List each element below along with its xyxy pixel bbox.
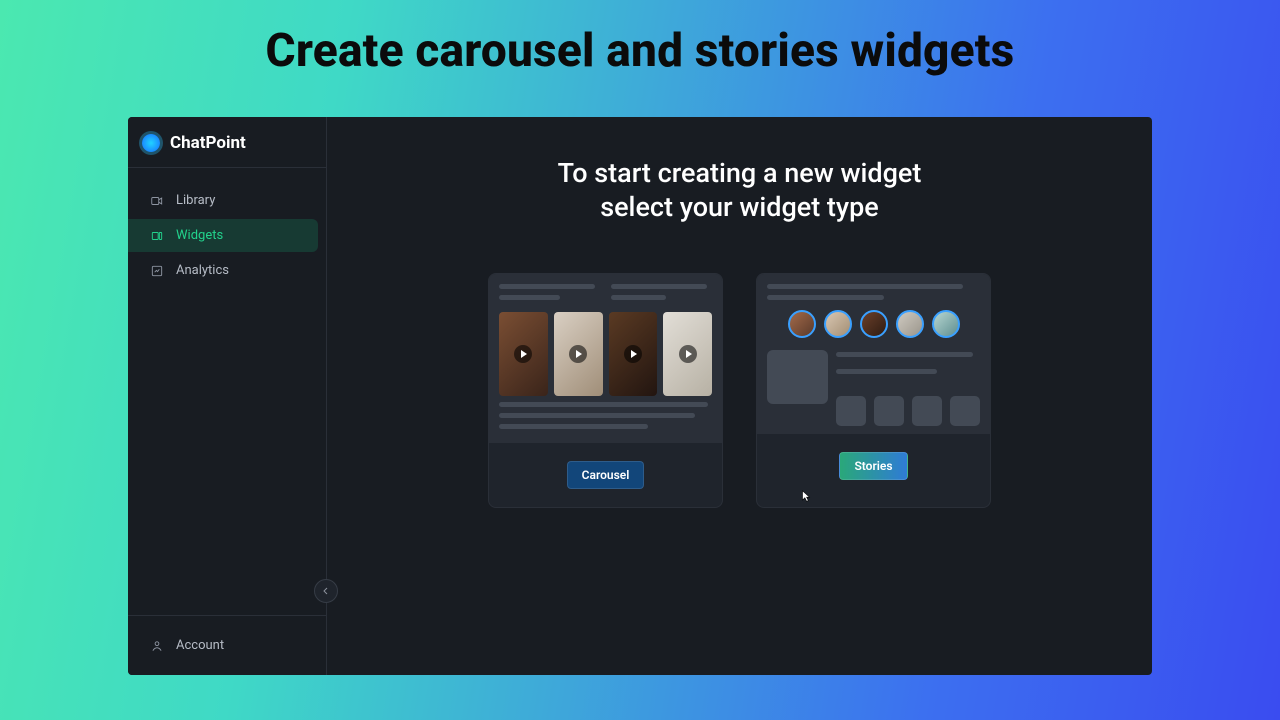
story-avatar: [896, 310, 924, 338]
sidebar-item-account[interactable]: Account: [136, 630, 318, 661]
analytics-icon: [150, 264, 164, 278]
story-avatar: [932, 310, 960, 338]
sidebar-item-library[interactable]: Library: [136, 184, 318, 217]
sidebar-item-widgets[interactable]: Widgets: [128, 219, 318, 252]
carousel-thumb: [663, 312, 712, 396]
stories-preview: [757, 274, 990, 434]
sidebar-item-label: Library: [176, 193, 215, 208]
sidebar-item-label: Account: [176, 638, 224, 653]
sidebar-nav: Library Widgets Analytics: [128, 168, 326, 303]
page-headline: Create carousel and stories widgets: [0, 0, 1280, 78]
carousel-preview: [489, 274, 722, 443]
sidebar-item-analytics[interactable]: Analytics: [136, 254, 318, 287]
play-icon: [679, 345, 697, 363]
brand-name: ChatPoint: [170, 133, 246, 153]
story-avatar: [788, 310, 816, 338]
card-carousel[interactable]: Carousel: [488, 273, 723, 508]
sidebar-footer: Account: [128, 615, 326, 675]
user-icon: [150, 639, 164, 653]
sidebar-item-label: Widgets: [176, 228, 223, 243]
skeleton-block: [912, 396, 942, 426]
main-title-line2: select your widget type: [600, 191, 879, 223]
stories-button[interactable]: Stories: [839, 452, 907, 480]
sidebar: ChatPoint Library Widgets: [128, 117, 327, 675]
video-icon: [150, 194, 164, 208]
brand-logo-icon: [142, 134, 160, 152]
skeleton-block: [950, 396, 980, 426]
brand: ChatPoint: [128, 117, 326, 168]
main-title-line1: To start creating a new widget: [558, 157, 922, 189]
carousel-thumb: [499, 312, 548, 396]
widgets-icon: [150, 229, 164, 243]
skeleton-block: [874, 396, 904, 426]
sidebar-item-label: Analytics: [176, 263, 229, 278]
play-icon: [514, 345, 532, 363]
carousel-thumb: [554, 312, 603, 396]
carousel-thumb: [609, 312, 658, 396]
carousel-button[interactable]: Carousel: [567, 461, 645, 489]
play-icon: [569, 345, 587, 363]
card-stories[interactable]: Stories: [756, 273, 991, 508]
play-icon: [624, 345, 642, 363]
main-content: To start creating a new widget select yo…: [327, 117, 1152, 675]
story-avatar: [824, 310, 852, 338]
skeleton-block: [767, 350, 828, 404]
widget-type-cards: Carousel: [488, 273, 991, 508]
app-window: ChatPoint Library Widgets: [128, 117, 1152, 675]
story-avatar: [860, 310, 888, 338]
main-title: To start creating a new widget select yo…: [558, 157, 922, 225]
skeleton-block: [836, 396, 866, 426]
